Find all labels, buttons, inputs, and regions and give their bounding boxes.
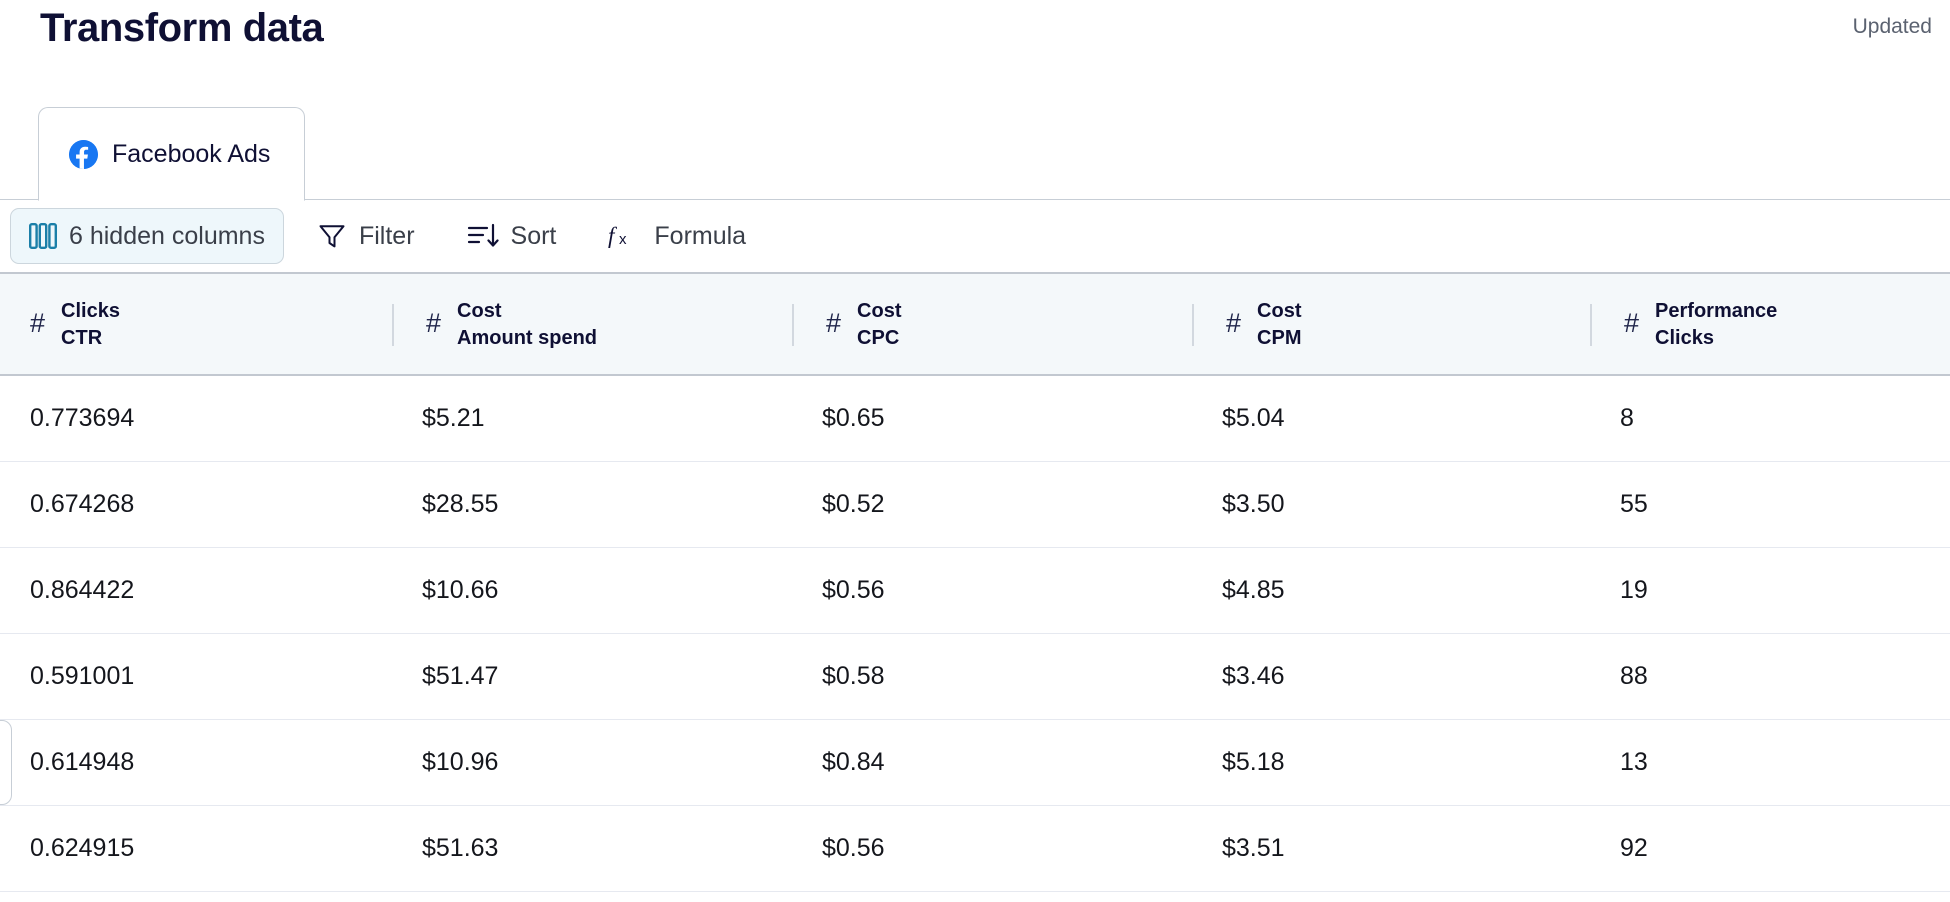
table-body: 0.773694 $5.21 $0.65 $5.04 8 0.674268 $28.55 $0…	[0, 376, 1950, 892]
table-cell[interactable]: 8	[1590, 404, 1950, 433]
column-divider	[392, 304, 394, 346]
page-header: Transform data Updated	[0, 0, 1950, 104]
table-cell[interactable]: $5.18	[1192, 748, 1590, 777]
transform-data-page: Transform data Updated Facebook Ads 6 hi…	[0, 0, 1950, 902]
column-field-label: CTR	[61, 326, 103, 349]
table-cell[interactable]: $5.04	[1192, 404, 1590, 433]
table-cell[interactable]: $3.50	[1192, 490, 1590, 519]
table-cell[interactable]: 13	[1590, 748, 1950, 777]
column-group-label: Clicks	[61, 299, 120, 322]
filter-funnel-icon	[317, 221, 347, 251]
tab-label: Facebook Ads	[112, 139, 271, 168]
table-cell[interactable]: $0.65	[792, 404, 1192, 433]
column-divider	[792, 304, 794, 346]
table-cell[interactable]: 0.624915	[0, 834, 392, 863]
column-field-label: Amount spend	[457, 326, 598, 349]
number-type-icon: #	[1624, 307, 1640, 338]
sort-descending-icon	[467, 222, 499, 250]
table-row[interactable]: 0.864422 $10.66 $0.56 $4.85 19	[0, 548, 1950, 634]
table-toolbar: 6 hidden columns Filter Sort f x Formula	[0, 200, 1950, 272]
hidden-columns-label: 6 hidden columns	[69, 221, 265, 250]
svg-text:x: x	[619, 231, 627, 248]
column-field-label: Clicks	[1655, 326, 1714, 349]
table-cell[interactable]: $0.56	[792, 834, 1192, 863]
table-cell[interactable]: 0.591001	[0, 662, 392, 691]
hidden-columns-button[interactable]: 6 hidden columns	[10, 208, 284, 264]
table-cell[interactable]: 0.773694	[0, 404, 392, 433]
filter-button[interactable]: Filter	[298, 208, 434, 264]
table-cell[interactable]: 19	[1590, 576, 1950, 605]
columns-icon	[29, 223, 57, 249]
table-cell[interactable]: $3.46	[1192, 662, 1590, 691]
table-cell[interactable]: 55	[1590, 490, 1950, 519]
column-group-label: Cost	[857, 299, 902, 322]
number-type-icon: #	[1226, 307, 1242, 338]
table-cell[interactable]: $5.21	[392, 404, 792, 433]
column-header-clicks-ctr[interactable]: # Clicks CTR	[0, 272, 392, 376]
table-cell[interactable]: 88	[1590, 662, 1950, 691]
data-table: # Clicks CTR # Cost Amount spend # Cost	[0, 272, 1950, 892]
column-group-label: Performance	[1655, 299, 1778, 322]
table-cell[interactable]: $4.85	[1192, 576, 1590, 605]
fx-formula-icon: f x	[608, 221, 642, 251]
table-row[interactable]: 0.674268 $28.55 $0.52 $3.50 55	[0, 462, 1950, 548]
table-cell[interactable]: 0.674268	[0, 490, 392, 519]
source-tabstrip: Facebook Ads	[0, 104, 1950, 201]
column-group-label: Cost	[1257, 299, 1302, 322]
table-row[interactable]: 0.773694 $5.21 $0.65 $5.04 8	[0, 376, 1950, 462]
table-row[interactable]: 0.591001 $51.47 $0.58 $3.46 88	[0, 634, 1950, 720]
tab-facebook-ads[interactable]: Facebook Ads	[38, 107, 306, 201]
column-divider	[1590, 304, 1592, 346]
column-group-label: Cost	[457, 299, 502, 322]
updated-status-text: Updated	[1852, 15, 1932, 38]
table-cell[interactable]: 0.864422	[0, 576, 392, 605]
table-cell[interactable]: $10.66	[392, 576, 792, 605]
table-cell[interactable]: $28.55	[392, 490, 792, 519]
number-type-icon: #	[30, 307, 46, 338]
column-header-cost-amount-spend[interactable]: # Cost Amount spend	[392, 272, 792, 376]
table-row[interactable]: 0.624915 $51.63 $0.56 $3.51 92	[0, 806, 1950, 892]
table-cell[interactable]: $0.52	[792, 490, 1192, 519]
column-field-label: CPM	[1257, 326, 1302, 349]
sort-button[interactable]: Sort	[448, 208, 576, 264]
table-cell[interactable]: 0.614948	[0, 748, 392, 777]
sort-label: Sort	[510, 221, 557, 250]
number-type-icon: #	[426, 307, 442, 338]
facebook-icon	[69, 139, 98, 169]
formula-button[interactable]: f x Formula	[589, 208, 765, 264]
table-cell[interactable]: $10.96	[392, 748, 792, 777]
table-cell[interactable]: $3.51	[1192, 834, 1590, 863]
svg-text:f: f	[608, 223, 618, 248]
page-title: Transform data	[40, 6, 324, 50]
column-field-label: CPC	[857, 326, 900, 349]
table-cell[interactable]: $51.63	[392, 834, 792, 863]
table-cell[interactable]: $51.47	[392, 662, 792, 691]
table-cell[interactable]: $0.84	[792, 748, 1192, 777]
number-type-icon: #	[826, 307, 842, 338]
column-header-performance-clicks[interactable]: # Performance Clicks	[1590, 272, 1950, 376]
table-header-row: # Clicks CTR # Cost Amount spend # Cost	[0, 272, 1950, 376]
column-divider	[1192, 304, 1194, 346]
column-header-cost-cpm[interactable]: # Cost CPM	[1192, 272, 1590, 376]
column-header-cost-cpc[interactable]: # Cost CPC	[792, 272, 1192, 376]
table-row[interactable]: 0.614948 $10.96 $0.84 $5.18 13	[0, 720, 1950, 806]
filter-label: Filter	[358, 221, 415, 250]
table-cell[interactable]: $0.58	[792, 662, 1192, 691]
formula-label: Formula	[654, 221, 747, 250]
table-cell[interactable]: 92	[1590, 834, 1950, 863]
table-cell[interactable]: $0.56	[792, 576, 1192, 605]
